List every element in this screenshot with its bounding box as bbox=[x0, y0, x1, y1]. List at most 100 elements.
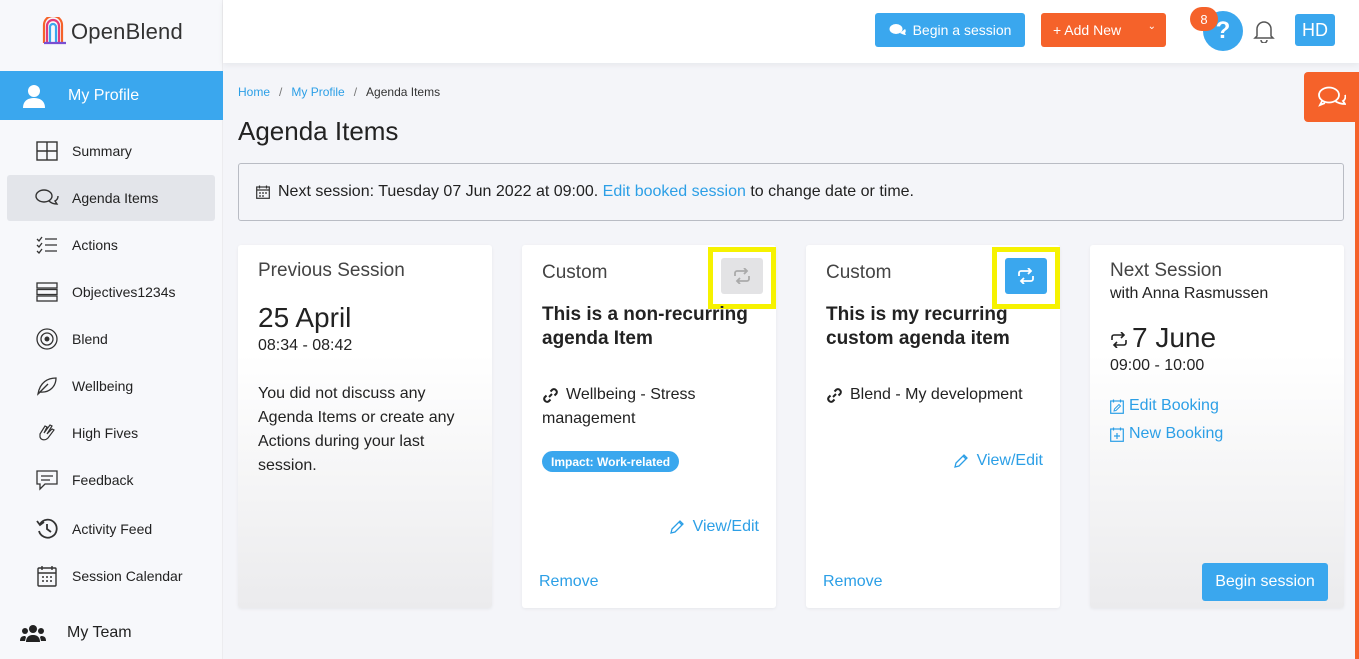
sidebar-item-agenda-items[interactable]: Agenda Items bbox=[7, 175, 215, 221]
sidebar-item-label: Summary bbox=[72, 143, 132, 159]
sidebar-item-label: Agenda Items bbox=[72, 190, 159, 206]
pencil-icon bbox=[669, 520, 684, 534]
agenda-item-card: Custom This is my recurring custom agend… bbox=[806, 245, 1060, 608]
agenda-item-topic: Wellbeing - Stress management bbox=[542, 383, 762, 431]
chat-bubbles-icon bbox=[35, 187, 59, 209]
begin-session-button[interactable]: Begin session bbox=[1202, 563, 1328, 601]
sidebar-item-session-calendar[interactable]: Session Calendar bbox=[7, 553, 215, 599]
topic-label: Wellbeing - Stress management bbox=[542, 386, 696, 427]
session-date: 7 June bbox=[1132, 322, 1217, 353]
session-with: with Anna Rasmussen bbox=[1110, 285, 1269, 302]
edit-booking-label: Edit Booking bbox=[1129, 397, 1219, 414]
view-edit-label: View/Edit bbox=[976, 452, 1043, 469]
begin-a-session-button[interactable]: Begin a session bbox=[875, 13, 1025, 47]
calendar-plus-icon bbox=[1110, 427, 1124, 442]
chat-bubbles-icon bbox=[1317, 86, 1346, 107]
chat-panel-tab[interactable] bbox=[1304, 72, 1359, 122]
new-booking-link[interactable]: New Booking bbox=[1110, 425, 1223, 443]
notice-suffix: to change date or time. bbox=[750, 183, 914, 200]
view-edit-link[interactable]: View/Edit bbox=[669, 518, 759, 536]
begin-a-session-label: Begin a session bbox=[912, 22, 1012, 38]
sidebar-item-blend[interactable]: Blend bbox=[7, 316, 215, 362]
session-time: 08:34 - 08:42 bbox=[258, 337, 353, 354]
card-body-text: You did not discuss any Agenda Items or … bbox=[258, 385, 455, 474]
leaf-icon bbox=[35, 375, 59, 397]
my-team-section[interactable]: My Team bbox=[0, 612, 223, 654]
message-icon bbox=[35, 469, 59, 491]
card-title: Custom bbox=[826, 262, 892, 283]
sidebar-item-label: High Fives bbox=[72, 425, 139, 441]
sidebar-item-label: Objectives1234s bbox=[72, 284, 176, 300]
sidebar-item-high-fives[interactable]: High Fives bbox=[7, 410, 215, 456]
session-date: 25 April bbox=[258, 302, 352, 333]
edit-booking-link[interactable]: Edit Booking bbox=[1110, 397, 1219, 415]
agenda-item-heading: This is my recurring custom agenda item bbox=[826, 304, 1010, 349]
link-icon bbox=[543, 388, 558, 403]
breadcrumb-home[interactable]: Home bbox=[238, 85, 270, 99]
pencil-icon bbox=[953, 454, 968, 468]
openblend-logo-icon bbox=[42, 17, 66, 45]
repeat-icon bbox=[1111, 332, 1127, 348]
chevron-down-icon[interactable]: ⌄ bbox=[1148, 21, 1156, 32]
breadcrumb: Home / My Profile / Agenda Items bbox=[238, 85, 440, 99]
notice-text: Next session: Tuesday 07 Jun 2022 at 09:… bbox=[278, 183, 599, 200]
target-icon bbox=[35, 328, 59, 350]
recurring-toggle-on[interactable] bbox=[1005, 258, 1047, 294]
calendar-icon bbox=[35, 565, 59, 587]
right-edge-accent bbox=[1355, 72, 1359, 659]
edit-booked-session-link[interactable]: Edit booked session bbox=[603, 183, 746, 201]
sidebar-item-label: Wellbeing bbox=[72, 378, 134, 394]
sidebar-item-activity-feed[interactable]: Activity Feed bbox=[7, 506, 215, 552]
sidebar-item-summary[interactable]: Summary bbox=[7, 128, 215, 174]
sidebar-item-label: Blend bbox=[72, 331, 108, 347]
add-new-button[interactable]: + Add New ⌄ bbox=[1041, 13, 1166, 47]
recurring-toggle-off[interactable] bbox=[721, 258, 763, 294]
sidebar: OpenBlend My Profile Summary Agenda Item… bbox=[0, 0, 223, 659]
sidebar-item-label: Actions bbox=[72, 237, 118, 253]
app-name: OpenBlend bbox=[71, 19, 183, 44]
avatar[interactable]: HD bbox=[1295, 14, 1335, 46]
impact-badge: Impact: Work-related bbox=[542, 451, 680, 472]
help-label: ? bbox=[1215, 17, 1231, 44]
openblend-logo[interactable]: OpenBlend bbox=[40, 17, 183, 47]
notification-count-badge: 8 bbox=[1190, 7, 1218, 31]
breadcrumb-my-profile[interactable]: My Profile bbox=[291, 85, 344, 99]
next-session-notice: Next session: Tuesday 07 Jun 2022 at 09:… bbox=[238, 163, 1344, 221]
sidebar-item-objectives[interactable]: Objectives1234s bbox=[7, 269, 215, 315]
new-booking-label: New Booking bbox=[1129, 425, 1224, 442]
sidebar-item-label: Feedback bbox=[72, 472, 134, 488]
top-bar bbox=[223, 0, 1359, 63]
calendar-edit-icon bbox=[1110, 399, 1124, 414]
breadcrumb-separator: / bbox=[279, 85, 283, 99]
team-icon bbox=[20, 625, 46, 642]
view-edit-link[interactable]: View/Edit bbox=[953, 452, 1043, 470]
session-time: 09:00 - 10:00 bbox=[1110, 357, 1205, 374]
user-icon bbox=[23, 84, 45, 108]
my-profile-section[interactable]: My Profile bbox=[0, 71, 223, 120]
remove-link[interactable]: Remove bbox=[539, 573, 599, 591]
sidebar-item-label: Activity Feed bbox=[72, 521, 153, 537]
calendar-icon bbox=[256, 185, 270, 199]
page-title: Agenda Items bbox=[238, 116, 399, 146]
sidebar-item-label: Session Calendar bbox=[72, 568, 183, 584]
grid-icon bbox=[35, 140, 59, 162]
previous-session-card: Previous Session 25 April 08:34 - 08:42 … bbox=[238, 245, 492, 608]
remove-link[interactable]: Remove bbox=[823, 573, 883, 591]
bell-icon[interactable] bbox=[1253, 19, 1275, 43]
clap-icon bbox=[35, 422, 59, 444]
repeat-icon bbox=[1018, 268, 1034, 284]
card-title: Previous Session bbox=[258, 260, 405, 281]
card-title: Custom bbox=[542, 262, 608, 283]
card-title: Next Session bbox=[1110, 260, 1222, 281]
next-session-card: Next Session with Anna Rasmussen 7 June … bbox=[1090, 245, 1344, 608]
sidebar-item-feedback[interactable]: Feedback bbox=[7, 457, 215, 503]
agenda-item-heading: This is a non-recurring agenda Item bbox=[542, 304, 748, 349]
view-edit-label: View/Edit bbox=[692, 518, 759, 535]
stack-icon bbox=[35, 281, 59, 303]
agenda-item-topic: Blend - My development bbox=[826, 383, 1046, 407]
breadcrumb-current: Agenda Items bbox=[366, 85, 441, 99]
chat-icon bbox=[889, 24, 906, 35]
sidebar-item-actions[interactable]: Actions bbox=[7, 222, 215, 268]
sidebar-item-wellbeing[interactable]: Wellbeing bbox=[7, 363, 215, 409]
breadcrumb-separator: / bbox=[353, 85, 358, 99]
